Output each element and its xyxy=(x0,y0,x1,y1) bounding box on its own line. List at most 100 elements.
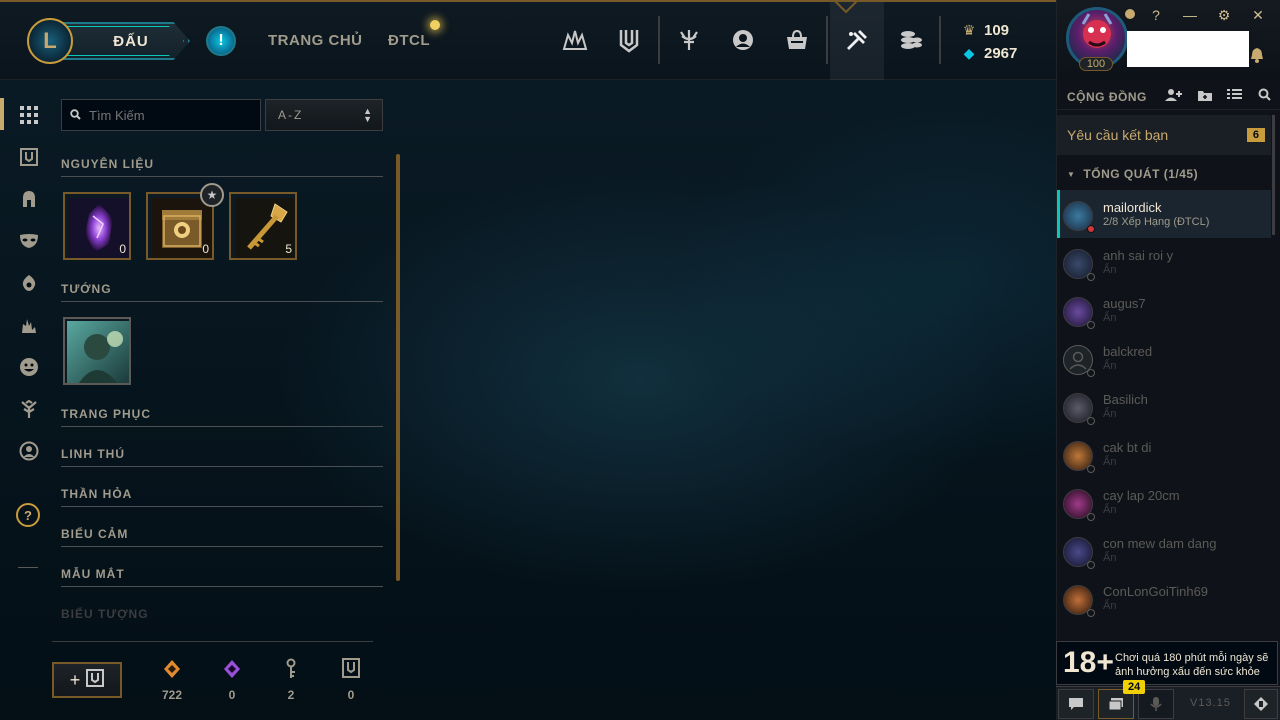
alert-icon[interactable]: ! xyxy=(206,26,236,56)
friend-row[interactable]: augus7 Ẩn xyxy=(1057,286,1271,334)
fire-icon[interactable] xyxy=(16,312,42,338)
be-icon: ◆ xyxy=(963,45,975,61)
status-dot[interactable] xyxy=(1125,9,1135,19)
caret-down-icon: ▼ xyxy=(1067,169,1076,179)
friend-name: cay lap 20cm xyxy=(1103,488,1180,503)
section-emotes[interactable]: BIỂU CẢM xyxy=(61,527,383,547)
mythic-essence-icon xyxy=(212,658,252,682)
loot-item-hextech-key[interactable]: 5 xyxy=(229,192,297,260)
status-dot xyxy=(1087,609,1095,617)
notification-dot xyxy=(430,20,440,30)
collection-icon[interactable] xyxy=(602,0,656,80)
friend-row[interactable]: con mew dam dang Ẩn xyxy=(1057,526,1271,574)
friend-row[interactable]: balckred Ẩn xyxy=(1057,334,1271,382)
friend-name: Basilich xyxy=(1103,392,1148,407)
friend-name: anh sai roi y xyxy=(1103,248,1174,263)
nav-home[interactable]: TRANG CHỦ xyxy=(268,32,363,49)
social-scrollbar[interactable] xyxy=(1272,115,1275,235)
loot-search-field[interactable] xyxy=(61,99,261,131)
warning-text: Chơi quá 180 phút mỗi ngày sẽ ảnh hưởng … xyxy=(1115,652,1269,678)
currency-icon[interactable] xyxy=(884,0,938,80)
add-folder-icon[interactable] xyxy=(1197,88,1213,105)
status-dot xyxy=(1087,465,1095,473)
friend-row[interactable]: ConLonGoiTinh69 Ẩn xyxy=(1057,574,1271,622)
tree-icon[interactable] xyxy=(16,396,42,422)
key-fragment-counter: 2 xyxy=(271,658,311,702)
rp-balance[interactable]: ♛ 109 xyxy=(962,22,1009,39)
be-balance[interactable]: ◆ 2967 xyxy=(962,45,1018,62)
status-dot xyxy=(1087,417,1095,425)
ward-icon[interactable] xyxy=(16,270,42,296)
essence-value: 722 xyxy=(161,688,183,702)
friend-status: 2/8 Xếp Hạng (ĐTCL) xyxy=(1103,216,1210,228)
section-champions[interactable]: TƯỚNG xyxy=(61,282,383,302)
message-count-badge: 24 xyxy=(1123,680,1146,694)
orange-essence-icon xyxy=(152,658,192,682)
friend-requests-row[interactable]: Yêu cầu kết bạn 6 xyxy=(1057,115,1271,155)
client-version: V13.15 xyxy=(1190,697,1231,709)
loot-item-champion[interactable] xyxy=(63,317,131,385)
friend-status: Ẩn xyxy=(1103,552,1117,564)
section-eternals[interactable]: MẪU MẮT xyxy=(61,567,383,587)
friend-name: cak bt di xyxy=(1103,440,1152,455)
chest-icon[interactable] xyxy=(16,144,42,170)
mythic-essence-counter: 0 xyxy=(212,658,252,702)
status-dot xyxy=(1087,369,1095,377)
league-logo-icon[interactable]: L xyxy=(27,18,73,64)
help-icon[interactable]: ? xyxy=(16,503,40,527)
social-title: CỘNG ĐỒNG xyxy=(1067,89,1147,104)
friend-row[interactable]: Basilich Ẩn xyxy=(1057,382,1271,430)
bell-icon[interactable] xyxy=(1250,47,1264,66)
status-dot xyxy=(1087,225,1095,233)
close-icon[interactable]: ✕ xyxy=(1249,7,1267,24)
ranked-icon[interactable] xyxy=(662,0,716,80)
friend-row[interactable]: cak bt di Ẩn xyxy=(1057,430,1271,478)
mask-icon[interactable] xyxy=(16,228,42,254)
search-input[interactable] xyxy=(89,107,239,123)
star-icon: ★ xyxy=(200,183,224,207)
sort-dropdown[interactable]: A-Z ▲ ▼ xyxy=(265,99,383,131)
chat-icon[interactable] xyxy=(1058,689,1094,719)
friend-status: Ẩn xyxy=(1103,264,1117,276)
section-ward-skins[interactable]: THẦN HỎA xyxy=(61,487,383,507)
store-icon[interactable] xyxy=(770,0,824,80)
be-value: 2967 xyxy=(984,45,1018,62)
friend-row[interactable]: cay lap 20cm Ẩn xyxy=(1057,478,1271,526)
gear-icon[interactable]: ⚙ xyxy=(1215,7,1233,24)
status-dot xyxy=(1087,273,1095,281)
emote-icon[interactable] xyxy=(16,354,42,380)
list-icon[interactable] xyxy=(1227,88,1242,104)
search-icon xyxy=(70,108,81,123)
craft-button[interactable]: + xyxy=(52,662,122,698)
friend-name: mailordick xyxy=(1103,200,1162,215)
loot-item-mythic-essence[interactable]: 0 xyxy=(63,192,131,260)
minimize-icon[interactable]: — xyxy=(1181,7,1199,24)
bug-report-icon[interactable] xyxy=(1244,689,1278,719)
profile-icon[interactable] xyxy=(16,438,42,464)
section-skins[interactable]: TRANG PHỤC xyxy=(61,407,383,427)
help-icon[interactable]: ? xyxy=(1147,7,1165,24)
friend-name: ConLonGoiTinh69 xyxy=(1103,584,1209,599)
friend-row[interactable]: mailordick 2/8 Xếp Hạng (ĐTCL) xyxy=(1057,190,1271,238)
section-companions[interactable]: LINH THÚ xyxy=(61,447,383,467)
tft-icon[interactable] xyxy=(548,0,602,80)
updown-chevron-icon: ▲ ▼ xyxy=(363,106,372,124)
search-icon[interactable] xyxy=(1258,88,1271,104)
friend-name: balckred xyxy=(1103,344,1153,359)
status-dot xyxy=(1087,561,1095,569)
add-friend-icon[interactable] xyxy=(1165,88,1183,105)
friend-group-header[interactable]: ▼ TỔNG QUÁT (1/45) xyxy=(1057,164,1271,184)
level-badge: 100 xyxy=(1079,57,1113,71)
friend-row[interactable]: anh sai roi y Ẩn xyxy=(1057,238,1271,286)
hextech-chest-icon xyxy=(152,198,212,258)
section-materials[interactable]: NGUYÊN LIỆU xyxy=(61,157,383,177)
loot-scrollbar[interactable] xyxy=(396,154,400,581)
friend-name: augus7 xyxy=(1103,296,1146,311)
section-icons[interactable]: BIỂU TƯỢNG xyxy=(61,607,383,626)
profile-icon[interactable] xyxy=(716,0,770,80)
friend-status: Ẩn xyxy=(1103,360,1117,372)
footer-separator xyxy=(52,641,373,642)
nav-tft[interactable]: ĐTCL xyxy=(388,32,430,49)
champion-icon[interactable] xyxy=(16,186,42,212)
grid-icon[interactable] xyxy=(16,102,42,128)
